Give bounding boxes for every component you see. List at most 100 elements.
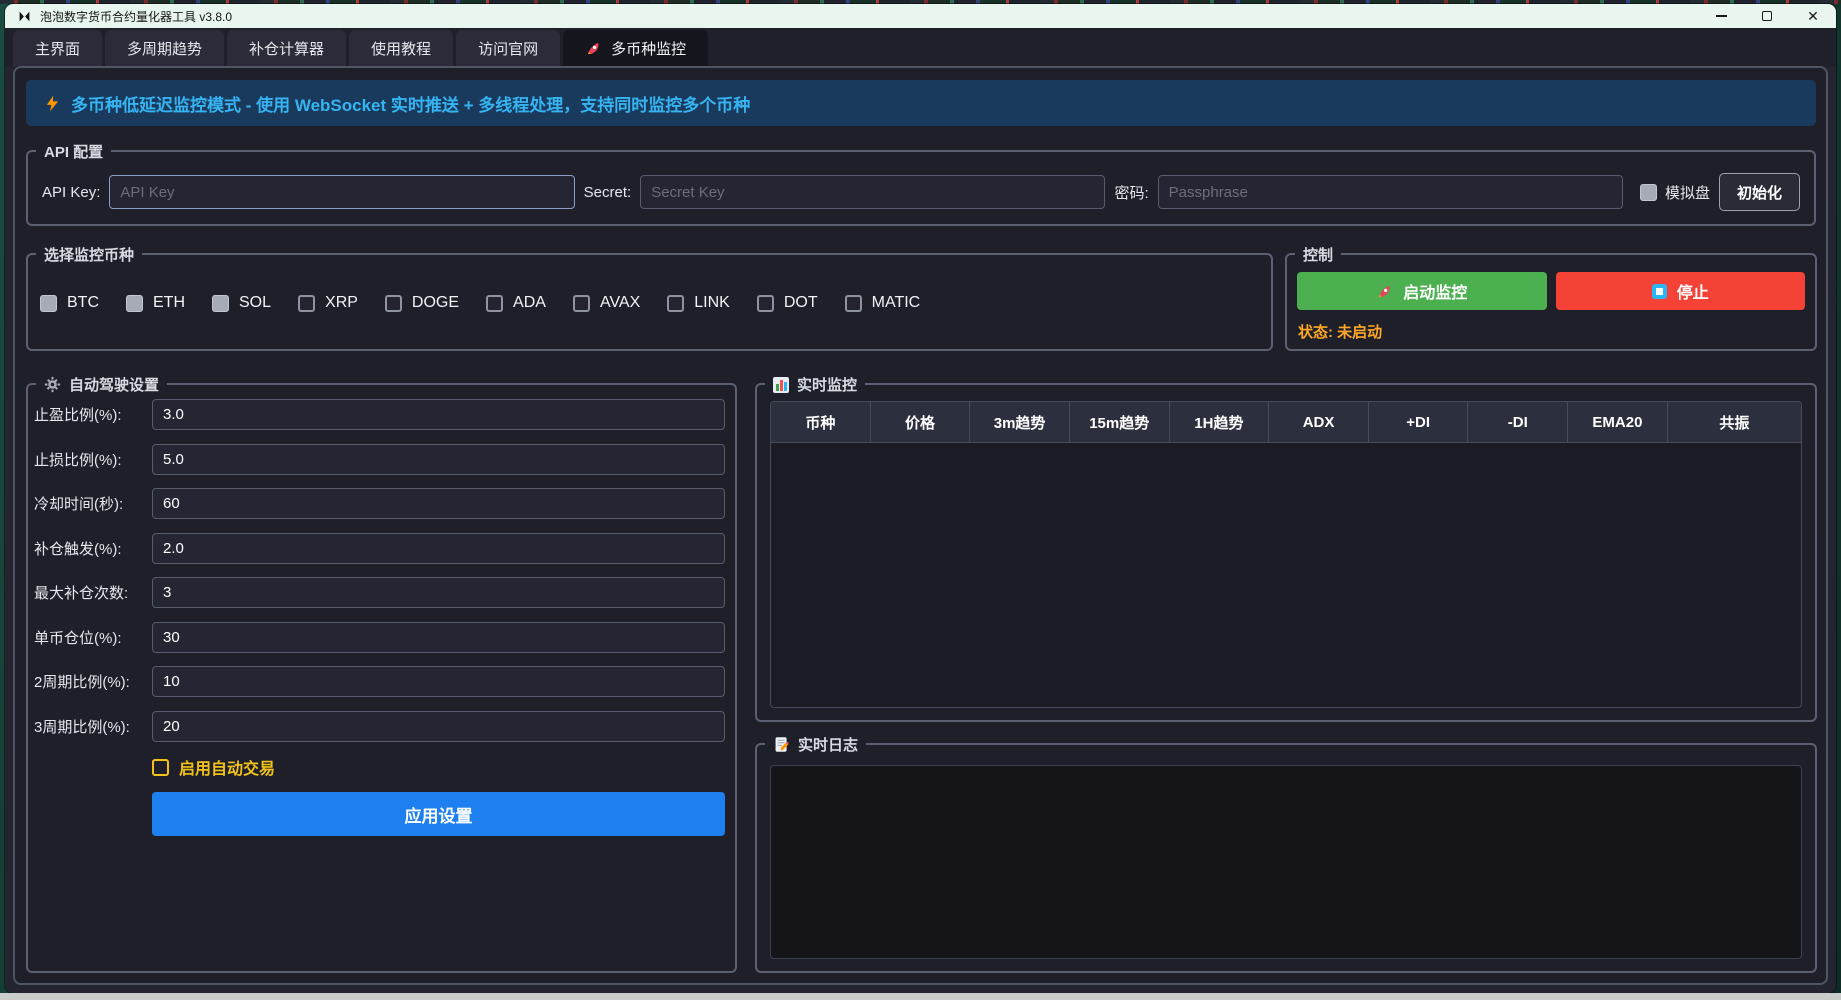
coin-item-eth[interactable]: ETH <box>126 294 185 312</box>
monitor-col-price[interactable]: 价格 <box>871 402 971 442</box>
period2-ratio-label: 2周期比例(%): <box>34 671 152 692</box>
per-coin-position-input[interactable] <box>152 622 725 653</box>
per-coin-position-label: 单币仓位(%): <box>34 627 152 648</box>
coin-select-group: 选择监控币种 BTCETHSOLXRPDOGEADAAVAXLINKDOTMAT… <box>26 253 1273 351</box>
demo-mode-checkbox[interactable] <box>1640 184 1657 201</box>
monitor-col-minus-di[interactable]: -DI <box>1468 402 1568 442</box>
stop-loss-input[interactable] <box>152 444 725 475</box>
tab-bar: 主界面 多周期趋势补仓计算器使用教程访问官网 多币种监控 <box>5 28 1836 66</box>
coin-checkbox-avax[interactable] <box>573 295 590 312</box>
tab-dca-calculator[interactable]: 补仓计算器 <box>227 30 346 66</box>
monitor-table-body[interactable] <box>771 443 1801 707</box>
monitor-col-trend-3m[interactable]: 3m趋势 <box>970 402 1070 442</box>
monitor-col-plus-di[interactable]: +DI <box>1369 402 1469 442</box>
coin-item-xrp[interactable]: XRP <box>298 294 358 312</box>
monitor-col-trend-15m[interactable]: 15m趋势 <box>1070 402 1170 442</box>
stop-button[interactable]: 停止 <box>1556 272 1806 310</box>
coin-checkbox-xrp[interactable] <box>298 295 315 312</box>
rocket-icon <box>585 40 602 57</box>
coin-checkbox-link[interactable] <box>667 295 684 312</box>
autopilot-settings-title: 自动驾驶设置 <box>36 374 167 395</box>
autopilot-row-stop-loss: 止损比例(%): <box>34 444 725 475</box>
coin-item-avax[interactable]: AVAX <box>573 294 640 312</box>
max-dca-count-input[interactable] <box>152 577 725 608</box>
window-title: 泡泡数字货币合约量化器工具 v3.8.0 <box>40 8 232 25</box>
realtime-monitor-title: 实时监控 <box>765 374 865 395</box>
monitor-col-ema20[interactable]: EMA20 <box>1568 402 1668 442</box>
main-content-frame: 多币种低延迟监控模式 - 使用 WebSocket 实时推送 + 多线程处理，支… <box>13 66 1828 985</box>
autopilot-row-period3-ratio: 3周期比例(%): <box>34 711 725 742</box>
coin-checkbox-dot[interactable] <box>757 295 774 312</box>
coin-checkbox-eth[interactable] <box>126 295 143 312</box>
autopilot-settings-group: 自动驾驶设置 止盈比例(%):止损比例(%):冷却时间(秒):补仓触发(%):最… <box>26 383 737 973</box>
coin-checkbox-btc[interactable] <box>40 295 57 312</box>
secret-input[interactable] <box>640 175 1105 209</box>
monitor-col-resonance[interactable]: 共振 <box>1668 402 1801 442</box>
banner-text: 多币种低延迟监控模式 - 使用 WebSocket 实时推送 + 多线程处理，支… <box>71 91 750 116</box>
coin-item-doge[interactable]: DOGE <box>385 294 459 312</box>
memo-icon <box>773 736 790 753</box>
coin-item-ada[interactable]: ADA <box>486 294 546 312</box>
period3-ratio-input[interactable] <box>152 711 725 742</box>
autopilot-row-dca-trigger: 补仓触发(%): <box>34 533 725 564</box>
maximize-button[interactable] <box>1744 4 1790 28</box>
tab-tutorial[interactable]: 使用教程 <box>349 30 453 66</box>
coin-checkbox-ada[interactable] <box>486 295 503 312</box>
tab-label: 主界面 <box>35 38 80 59</box>
monitor-col-adx[interactable]: ADX <box>1269 402 1369 442</box>
dca-trigger-input[interactable] <box>152 533 725 564</box>
realtime-log-title: 实时日志 <box>765 734 866 755</box>
minimize-button[interactable] <box>1698 4 1744 28</box>
coin-item-sol[interactable]: SOL <box>212 294 271 312</box>
tab-official-website[interactable]: 访问官网 <box>456 30 560 66</box>
monitor-table: 币种价格3m趋势15m趋势1H趋势ADX+DI-DIEMA20共振 <box>770 401 1802 708</box>
period3-ratio-label: 3周期比例(%): <box>34 716 152 737</box>
passphrase-input[interactable] <box>1158 175 1623 209</box>
coin-item-dot[interactable]: DOT <box>757 294 818 312</box>
coin-label: BTC <box>67 294 99 312</box>
autopilot-row-period2-ratio: 2周期比例(%): <box>34 666 725 697</box>
titlebar: 泡泡数字货币合约量化器工具 v3.8.0 ✕ <box>5 4 1836 28</box>
demo-mode-wrap: 模拟盘 <box>1640 182 1710 203</box>
coin-item-btc[interactable]: BTC <box>40 294 99 312</box>
gear-icon <box>44 376 61 393</box>
tab-main[interactable]: 主界面 <box>13 30 102 66</box>
coin-label: MATIC <box>872 294 921 312</box>
start-monitor-button[interactable]: 启动监控 <box>1297 272 1547 310</box>
tab-multi-coin-monitor[interactable]: 多币种监控 <box>563 30 708 66</box>
close-button[interactable]: ✕ <box>1790 4 1836 28</box>
autopilot-row-per-coin-position: 单币仓位(%): <box>34 622 725 653</box>
cooldown-seconds-input[interactable] <box>152 488 725 519</box>
coin-label: ADA <box>513 294 546 312</box>
coin-item-matic[interactable]: MATIC <box>845 294 921 312</box>
log-area[interactable] <box>770 765 1802 959</box>
coin-checkbox-sol[interactable] <box>212 295 229 312</box>
monitor-col-trend-1h[interactable]: 1H趋势 <box>1170 402 1270 442</box>
tab-multi-period-trend[interactable]: 多周期趋势 <box>105 30 224 66</box>
auto-trade-checkbox[interactable] <box>152 759 169 776</box>
tab-label: 多币种监控 <box>611 38 686 59</box>
api-config-title: API 配置 <box>36 141 111 162</box>
apply-settings-button[interactable]: 应用设置 <box>152 792 725 836</box>
secret-label: Secret: <box>584 184 632 201</box>
api-key-input[interactable] <box>109 175 574 209</box>
coin-checkbox-matic[interactable] <box>845 295 862 312</box>
autopilot-row-max-dca-count: 最大补仓次数: <box>34 577 725 608</box>
api-config-row: API Key: Secret: 密码: 模拟盘 初始化 <box>28 152 1814 211</box>
api-key-label: API Key: <box>42 184 100 201</box>
coin-checkbox-doge[interactable] <box>385 295 402 312</box>
realtime-log-group: 实时日志 <box>755 743 1817 973</box>
max-dca-count-label: 最大补仓次数: <box>34 582 152 603</box>
dca-trigger-label: 补仓触发(%): <box>34 538 152 559</box>
start-monitor-label: 启动监控 <box>1403 279 1467 303</box>
minimize-icon <box>1716 15 1727 17</box>
monitor-col-coin[interactable]: 币种 <box>771 402 871 442</box>
monitor-table-header: 币种价格3m趋势15m趋势1H趋势ADX+DI-DIEMA20共振 <box>771 402 1801 443</box>
coin-item-link[interactable]: LINK <box>667 294 730 312</box>
init-button[interactable]: 初始化 <box>1719 173 1800 211</box>
auto-trade-row: 启用自动交易 <box>152 755 735 779</box>
take-profit-input[interactable] <box>152 399 725 430</box>
autopilot-fields: 止盈比例(%):止损比例(%):冷却时间(秒):补仓触发(%):最大补仓次数:单… <box>28 385 735 742</box>
rocket-icon <box>1376 283 1393 300</box>
period2-ratio-input[interactable] <box>152 666 725 697</box>
